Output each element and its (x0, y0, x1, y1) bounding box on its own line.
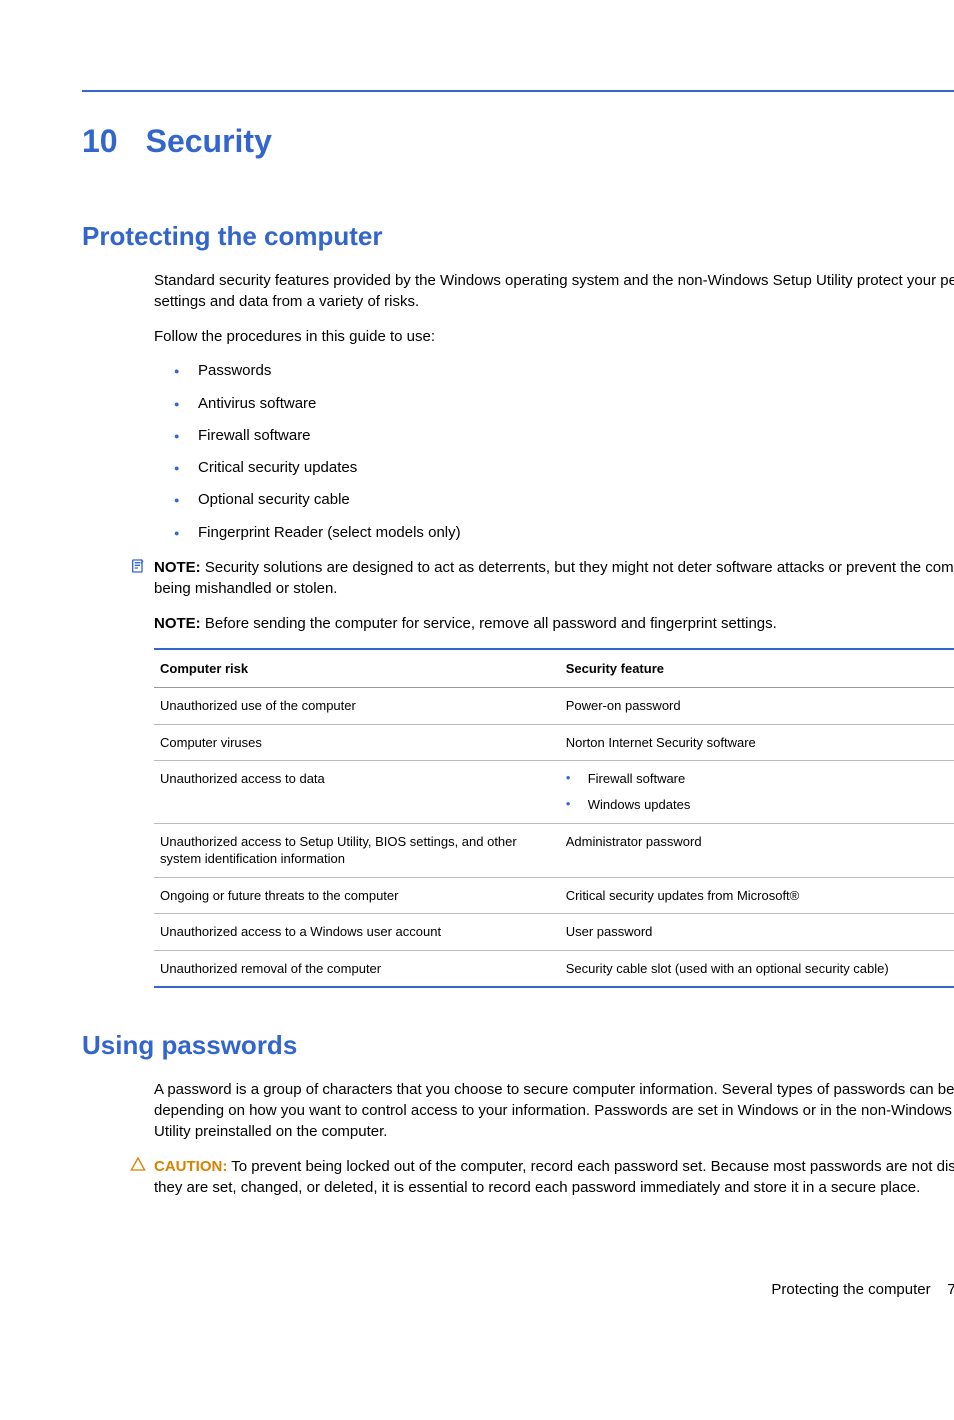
paragraph: Follow the procedures in this guide to u… (154, 326, 954, 347)
cell-feature: Norton Internet Security software (560, 724, 954, 761)
cell-risk: Unauthorized use of the computer (154, 688, 560, 725)
note-callout: NOTE: Security solutions are designed to… (154, 557, 954, 599)
cell-risk: Unauthorized access to a Windows user ac… (154, 914, 560, 951)
note-label: NOTE: (154, 559, 201, 576)
list-item: Fingerprint Reader (select models only) (174, 523, 954, 543)
note-body: Before sending the computer for service,… (205, 615, 777, 632)
list-item: Optional security cable (174, 490, 954, 510)
page-footer: Protecting the computer 71 (771, 1280, 954, 1300)
chapter-number: 10 (82, 120, 118, 163)
table-row: Unauthorized access to data Firewall sof… (154, 761, 954, 823)
list-item: Windows updates (566, 796, 954, 814)
chapter-title: 10 Security (82, 120, 954, 163)
cell-feature: Administrator password (560, 823, 954, 877)
table-row: Unauthorized removal of the computer Sec… (154, 950, 954, 987)
cell-feature: Firewall software Windows updates (560, 761, 954, 823)
cell-risk: Computer viruses (154, 724, 560, 761)
section-heading-passwords: Using passwords (82, 1028, 954, 1063)
note-callout: NOTE: Before sending the computer for se… (154, 613, 954, 634)
list-item: Firewall software (566, 770, 954, 788)
footer-section: Protecting the computer (771, 1281, 930, 1298)
paragraph: A password is a group of characters that… (154, 1079, 954, 1142)
cell-feature: Power-on password (560, 688, 954, 725)
note-label: NOTE: (154, 615, 201, 632)
table-row: Ongoing or future threats to the compute… (154, 877, 954, 914)
list-item: Firewall software (174, 426, 954, 446)
table-row: Unauthorized use of the computer Power-o… (154, 688, 954, 725)
list-item: Antivirus software (174, 394, 954, 414)
note-icon (130, 558, 146, 580)
caution-label: CAUTION: (154, 1158, 227, 1175)
paragraph: Standard security features provided by t… (154, 270, 954, 312)
caution-icon (130, 1156, 146, 1179)
feature-bullet-list: Passwords Antivirus software Firewall so… (154, 361, 954, 543)
risk-feature-table: Computer risk Security feature Unauthori… (154, 648, 954, 988)
table-row: Unauthorized access to a Windows user ac… (154, 914, 954, 951)
list-item: Passwords (174, 361, 954, 381)
footer-page-number: 71 (947, 1281, 954, 1298)
list-item: Critical security updates (174, 458, 954, 478)
cell-risk: Unauthorized access to data (154, 761, 560, 823)
table-header-risk: Computer risk (154, 649, 560, 688)
table-header-feature: Security feature (560, 649, 954, 688)
cell-feature: Critical security updates from Microsoft… (560, 877, 954, 914)
note-body: Security solutions are designed to act a… (154, 559, 954, 597)
table-row: Computer viruses Norton Internet Securit… (154, 724, 954, 761)
cell-risk: Unauthorized access to Setup Utility, BI… (154, 823, 560, 877)
chapter-name: Security (146, 120, 272, 163)
table-row: Unauthorized access to Setup Utility, BI… (154, 823, 954, 877)
cell-feature: Security cable slot (used with an option… (560, 950, 954, 987)
cell-risk: Ongoing or future threats to the compute… (154, 877, 560, 914)
section-heading-protecting: Protecting the computer (82, 219, 954, 254)
cell-feature: User password (560, 914, 954, 951)
caution-body: To prevent being locked out of the compu… (154, 1158, 954, 1196)
caution-callout: CAUTION: To prevent being locked out of … (154, 1156, 954, 1198)
cell-risk: Unauthorized removal of the computer (154, 950, 560, 987)
